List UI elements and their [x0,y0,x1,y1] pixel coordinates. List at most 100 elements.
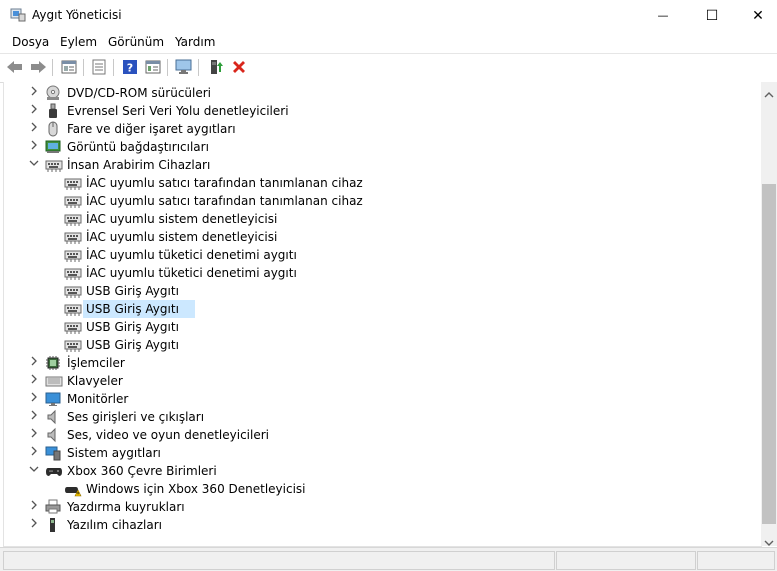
tree-item-label: İAC uyumlu satıcı tarafından tanımlanan … [86,176,363,190]
title-bar: Aygıt Yöneticisi — ☐ ✕ [0,0,777,31]
close-button[interactable]: ✕ [735,0,777,31]
device-manager-app-icon [10,8,26,22]
update-driver-button[interactable] [207,58,225,76]
tree-category-item[interactable]: Sistem aygıtları [4,444,604,462]
tree-item-label: USB Giriş Aygıtı [86,338,179,352]
scrollbar-thumb[interactable] [762,184,776,524]
chevron-right-icon[interactable] [28,500,40,514]
forward-button[interactable] [29,58,47,76]
software-device-icon [45,517,61,533]
help-button[interactable]: ? [121,58,139,76]
tree-item-label: Ses girişleri ve çıkışları [67,410,205,424]
back-arrow-icon [7,61,22,73]
scan-hardware-button[interactable] [175,58,193,76]
tree-item-label: Yazılım cihazları [67,518,162,532]
tree-category-item[interactable]: Monitörler [4,390,604,408]
chevron-right-icon[interactable] [28,428,40,442]
chevron-right-icon[interactable] [28,140,40,154]
tree-child-item[interactable]: USB Giriş Aygıtı [4,300,604,318]
console-tree-button[interactable] [90,58,108,76]
tree-child-item[interactable]: İAC uyumlu tüketici denetimi aygıtı [4,264,604,282]
back-button[interactable] [6,58,24,76]
minimize-button[interactable]: — [640,0,686,31]
tree-category-item[interactable]: Xbox 360 Çevre Birimleri [4,462,604,480]
tree-category-item[interactable]: Yazdırma kuyrukları [4,498,604,516]
tree-item-label: Görüntü bağdaştırıcıları [67,140,209,154]
scroll-up-icon[interactable] [764,87,774,101]
tree-item-label: USB Giriş Aygıtı [86,302,179,316]
gamepad-icon [45,463,62,479]
hid-icon [64,247,82,263]
hid-icon [64,265,82,281]
chevron-right-icon[interactable] [28,392,40,406]
maximize-button[interactable]: ☐ [689,0,735,31]
properties-button[interactable] [60,58,78,76]
uninstall-button[interactable] [230,58,248,76]
speaker-icon [45,409,61,425]
chevron-right-icon[interactable] [28,374,40,388]
tree-item-label: Xbox 360 Çevre Birimleri [67,464,217,478]
tree-item-label: Evrensel Seri Veri Yolu denetleyicileri [67,104,289,118]
hid-icon [64,229,82,245]
tree-child-item[interactable]: Windows için Xbox 360 Denetleyicisi [4,480,604,498]
printer-icon [45,499,61,515]
view-button[interactable] [144,58,162,76]
tree-category-item[interactable]: Görüntü bağdaştırıcıları [4,138,604,156]
tree-child-item[interactable]: İAC uyumlu tüketici denetimi aygıtı [4,246,604,264]
chevron-down-icon[interactable] [28,464,40,478]
window-title: Aygıt Yöneticisi [32,8,122,22]
tree-category-item[interactable]: Fare ve diğer işaret aygıtları [4,120,604,138]
toolbar-separator [198,59,199,76]
tree-category-item[interactable]: Klavyeler [4,372,604,390]
chevron-right-icon[interactable] [28,104,40,118]
forward-arrow-icon [31,61,46,73]
keyboard-icon [45,373,63,389]
toolbar-separator [113,59,114,76]
tree-item-label: USB Giriş Aygıtı [86,284,179,298]
tree-category-item[interactable]: Ses girişleri ve çıkışları [4,408,604,426]
tree-item-label: İAC uyumlu tüketici denetimi aygıtı [86,248,297,262]
menu-yardim[interactable]: Yardım [175,35,215,49]
chevron-right-icon[interactable] [28,410,40,424]
tree-child-item[interactable]: İAC uyumlu sistem denetleyicisi [4,228,604,246]
tree-category-item[interactable]: İşlemciler [4,354,604,372]
tree-item-label: Windows için Xbox 360 Denetleyicisi [86,482,306,496]
menu-gorunum[interactable]: Görünüm [108,35,164,49]
tree-category-item[interactable]: Ses, video ve oyun denetleyicileri [4,426,604,444]
tree-item-label: İAC uyumlu satıcı tarafından tanımlanan … [86,194,363,208]
mouse-icon [45,121,61,137]
vertical-scrollbar[interactable] [761,82,777,546]
tree-category-item[interactable]: Evrensel Seri Veri Yolu denetleyicileri [4,102,604,120]
tree-child-item[interactable]: USB Giriş Aygıtı [4,318,604,336]
chevron-right-icon[interactable] [28,86,40,100]
chevron-right-icon[interactable] [28,446,40,460]
tree-child-item[interactable]: USB Giriş Aygıtı [4,282,604,300]
tree-item-label: Klavyeler [67,374,123,388]
tree-item-label: İAC uyumlu sistem denetleyicisi [86,212,278,226]
toolbar-separator [83,59,84,76]
scan-hardware-icon [175,59,192,74]
hid-icon [64,175,82,191]
menu-dosya[interactable]: Dosya [12,35,49,49]
device-tree[interactable]: DVD/CD-ROM sürücüleri Evrensel Seri Veri … [3,82,762,547]
tree-category-item[interactable]: İnsan Arabirim Cihazları [4,156,604,174]
usb-icon [45,103,61,119]
menu-eylem[interactable]: Eylem [60,35,97,49]
tree-item-label: İnsan Arabirim Cihazları [67,158,211,172]
tree-item-label: Yazdırma kuyrukları [67,500,185,514]
tree-child-item[interactable]: USB Giriş Aygıtı [4,336,604,354]
tree-item-label: İşlemciler [67,356,125,370]
help-icon: ? [123,60,137,75]
hid-icon [64,337,82,353]
chevron-down-icon[interactable] [28,158,40,172]
tree-category-item[interactable]: DVD/CD-ROM sürücüleri [4,84,604,102]
tree-category-item[interactable]: Yazılım cihazları [4,516,604,534]
svg-text:?: ? [127,62,133,75]
tree-child-item[interactable]: İAC uyumlu sistem denetleyicisi [4,210,604,228]
chevron-right-icon[interactable] [28,122,40,136]
chevron-right-icon[interactable] [28,356,40,370]
tree-child-item[interactable]: İAC uyumlu satıcı tarafından tanımlanan … [4,192,604,210]
tree-item-label: USB Giriş Aygıtı [86,320,179,334]
tree-child-item[interactable]: İAC uyumlu satıcı tarafından tanımlanan … [4,174,604,192]
chevron-right-icon[interactable] [28,518,40,532]
